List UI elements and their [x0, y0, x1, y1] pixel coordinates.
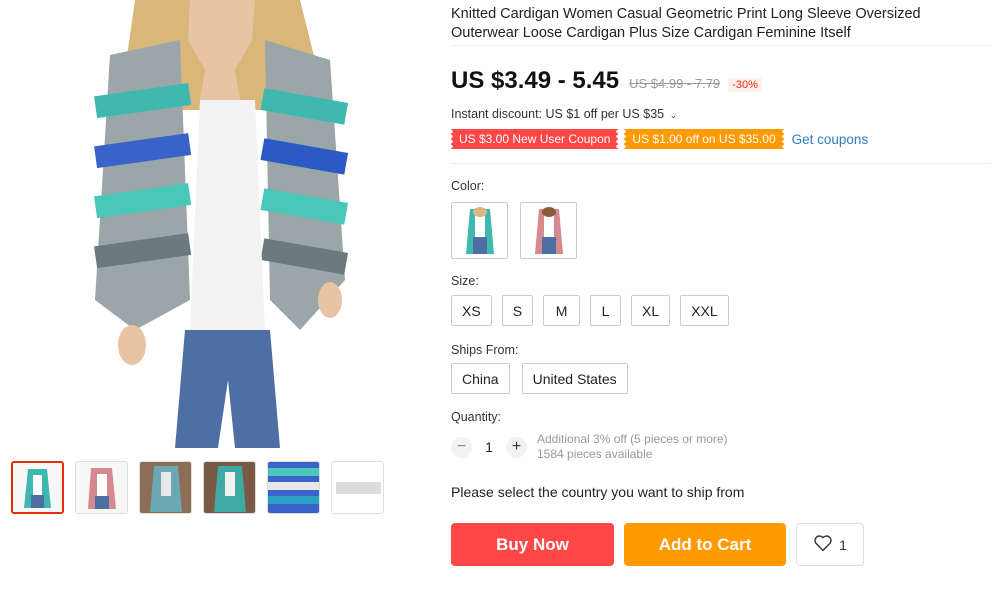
size-option-xs[interactable]: XS	[451, 295, 492, 326]
heart-icon	[813, 534, 833, 555]
thumbnail-1[interactable]	[11, 461, 64, 514]
price-row: US $3.49 - 5.45 US $4.99 - 7.79 -30%	[451, 67, 991, 95]
quantity-info: Additional 3% off (5 pieces or more) 158…	[537, 432, 728, 462]
divider	[451, 163, 991, 164]
color-swatch-pink[interactable]	[520, 202, 577, 259]
thumbnail-5[interactable]	[267, 461, 320, 514]
quantity-decrease-button[interactable]: −	[451, 436, 472, 458]
size-option-m[interactable]: M	[543, 295, 581, 326]
ships-from-china[interactable]: China	[451, 363, 510, 394]
instant-discount[interactable]: Instant discount: US $1 off per US $35 ⌄	[451, 107, 991, 121]
ships-from-united-states[interactable]: United States	[521, 363, 628, 394]
ships-from-options: China United States	[451, 363, 991, 394]
action-buttons: Buy Now Add to Cart 1	[451, 523, 991, 566]
main-product-image[interactable]	[40, 0, 380, 448]
thumbnail-2[interactable]	[75, 461, 128, 514]
size-label: Size:	[451, 274, 479, 288]
bulk-discount-text: Additional 3% off (5 pieces or more)	[537, 432, 728, 446]
quantity-stepper: − 1 + Additional 3% off (5 pieces or mor…	[451, 432, 991, 462]
size-options: XS S M L XL XXL	[451, 295, 991, 326]
wishlist-button[interactable]: 1	[796, 523, 864, 566]
wishlist-count: 1	[839, 536, 847, 553]
size-option-xl[interactable]: XL	[631, 295, 671, 326]
spend-coupon[interactable]: US $1.00 off on US $35.00	[624, 129, 784, 149]
instant-discount-text: Instant discount: US $1 off per US $35	[451, 107, 665, 121]
chevron-down-icon: ⌄	[669, 110, 678, 120]
product-info-panel: Knitted Cardigan Women Casual Geometric …	[451, 0, 991, 566]
thumbnail-strip	[11, 461, 384, 514]
quantity-value[interactable]: 1	[472, 439, 506, 455]
size-option-l[interactable]: L	[590, 295, 622, 326]
quantity-increase-button[interactable]: +	[506, 436, 527, 458]
add-to-cart-button[interactable]: Add to Cart	[624, 523, 786, 566]
get-coupons-link[interactable]: Get coupons	[792, 132, 869, 147]
size-option-s[interactable]: S	[501, 295, 534, 326]
thumbnail-3[interactable]	[139, 461, 192, 514]
thumbnail-6[interactable]	[331, 461, 384, 514]
coupon-row: US $3.00 New User Coupon US $1.00 off on…	[451, 129, 991, 149]
color-swatch-blue[interactable]	[451, 202, 508, 259]
discount-badge: -30%	[728, 78, 762, 92]
quantity-label: Quantity:	[451, 410, 502, 424]
stock-available-text: 1584 pieces available	[537, 447, 653, 461]
original-price: US $4.99 - 7.79	[629, 76, 721, 91]
new-user-coupon[interactable]: US $3.00 New User Coupon	[451, 129, 619, 149]
ship-country-message: Please select the country you want to sh…	[451, 484, 745, 500]
buy-now-button[interactable]: Buy Now	[451, 523, 614, 566]
product-title: Knitted Cardigan Women Casual Geometric …	[451, 0, 991, 46]
ships-from-label: Ships From:	[451, 343, 519, 357]
thumbnail-4[interactable]	[203, 461, 256, 514]
color-label: Color:	[451, 179, 485, 193]
color-swatches	[451, 202, 991, 259]
size-option-xxl[interactable]: XXL	[680, 295, 729, 326]
current-price: US $3.49 - 5.45	[451, 67, 620, 94]
